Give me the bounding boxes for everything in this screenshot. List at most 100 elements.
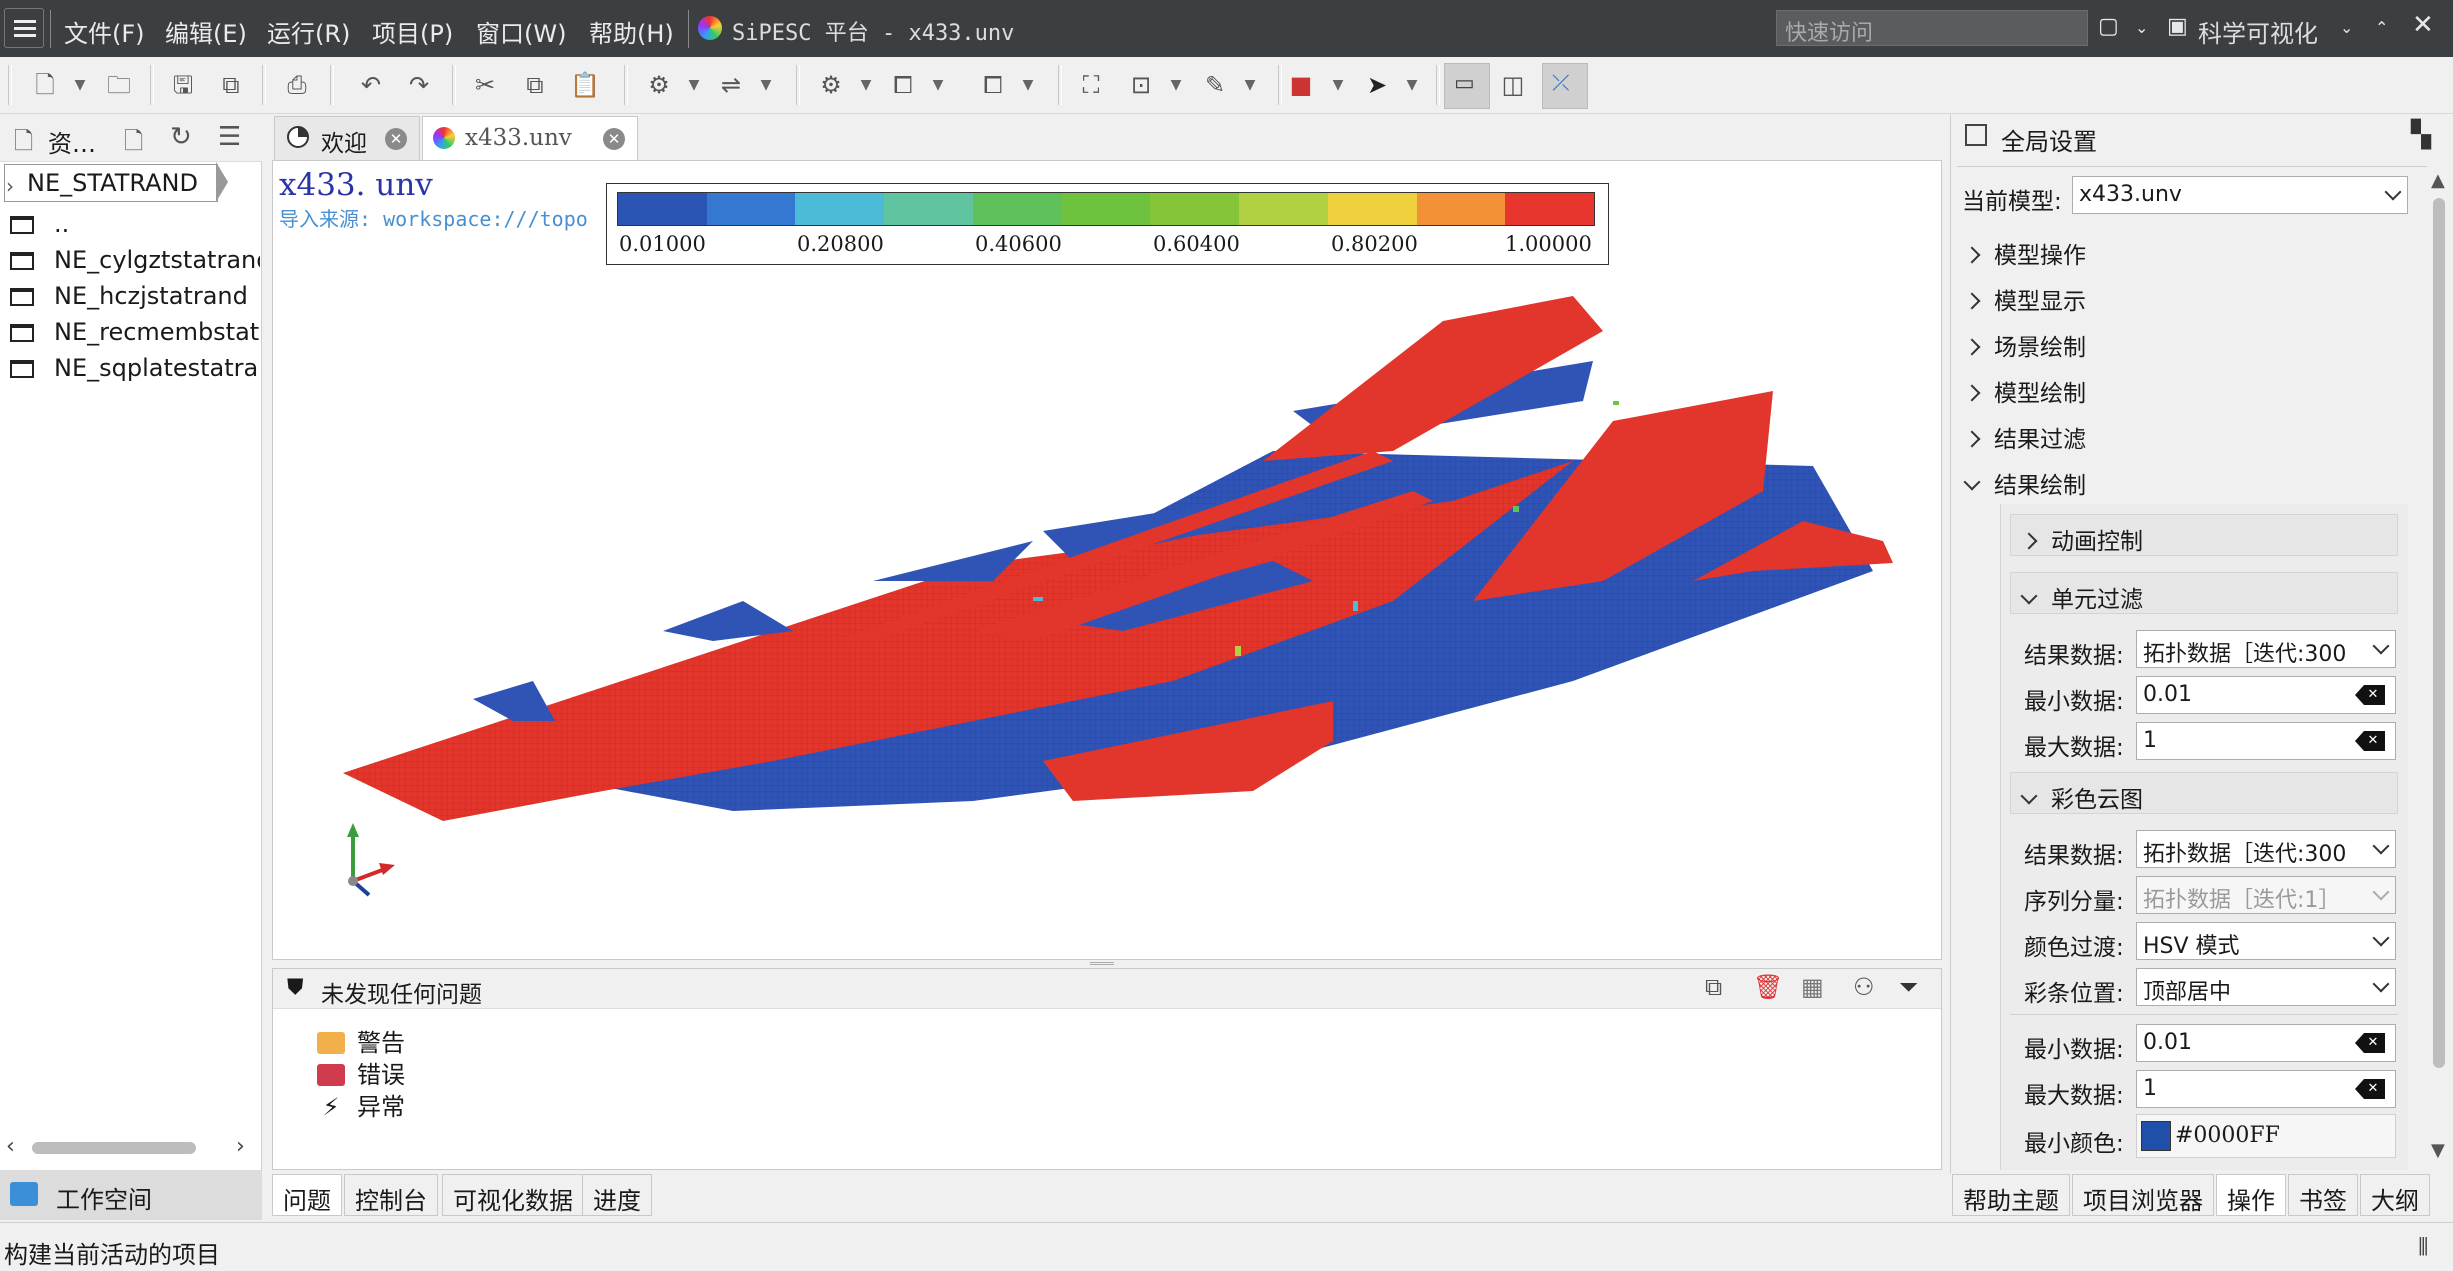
adjust-sliders-icon[interactable]: ⇌: [716, 70, 746, 100]
section-animation[interactable]: 动画控制: [2010, 514, 2398, 556]
group-model-display[interactable]: 模型显示: [1963, 282, 2086, 316]
new-file-icon[interactable]: 🗋: [30, 70, 60, 100]
vertical-scrollbar[interactable]: ▲ ▼: [2429, 170, 2449, 1170]
problem-category-exception[interactable]: ⚡ 异常: [317, 1087, 405, 1122]
tab-problems[interactable]: 问题: [272, 1174, 342, 1216]
filter-icon[interactable]: ⏷: [1899, 973, 1918, 1001]
chevron-right-icon[interactable]: ›: [236, 1134, 245, 1159]
tab-welcome[interactable]: 欢迎 ✕: [274, 116, 420, 160]
chevron-up-icon[interactable]: ⌃: [2375, 18, 2388, 37]
redo-icon[interactable]: ↷: [404, 70, 434, 100]
chevron-down-icon[interactable]: ▼: [858, 70, 874, 100]
quick-access-input[interactable]: 快速访问: [1776, 10, 2088, 46]
group-result-filter[interactable]: 结果过滤: [1963, 420, 2086, 454]
main-menu-button[interactable]: [4, 8, 44, 48]
chevron-down-icon[interactable]: ▼: [1242, 70, 1258, 100]
chevron-down-icon[interactable]: ▼: [72, 70, 88, 100]
workspace-tab[interactable]: 工作空间: [0, 1170, 262, 1220]
save-all-icon[interactable]: ⧉: [216, 70, 246, 100]
chevron-down-icon[interactable]: ▼: [686, 70, 702, 100]
clear-icon[interactable]: ✕: [2355, 731, 2385, 751]
undo-icon[interactable]: ↶: [356, 70, 386, 100]
menu-help[interactable]: 帮助(H): [589, 14, 674, 49]
contour-result-select[interactable]: 拓扑数据［迭代:300: [2136, 830, 2396, 868]
list-item[interactable]: NE_cylgztstatrand: [10, 246, 260, 280]
tab-vis-data[interactable]: 可视化数据: [442, 1174, 584, 1216]
chevron-down-icon[interactable]: ▼: [1020, 70, 1036, 100]
open-folder-icon[interactable]: 🗀: [104, 70, 134, 100]
select-pointer-icon[interactable]: ➤: [1362, 70, 1392, 100]
list-item[interactable]: NE_recmembstatrand: [10, 318, 260, 352]
filter-min-input[interactable]: 0.01 ✕: [2136, 676, 2396, 714]
filter-result-select[interactable]: 拓扑数据［迭代:300: [2136, 630, 2396, 668]
group-scene-render[interactable]: 场景绘制: [1963, 328, 2086, 362]
clear-icon[interactable]: ✕: [2355, 1033, 2385, 1053]
min-color-picker[interactable]: #0000FF: [2136, 1114, 2396, 1158]
chevron-down-icon[interactable]: ⌄: [2340, 18, 2353, 37]
contour-bar-position-select[interactable]: 顶部居中: [2136, 968, 2396, 1006]
print-icon[interactable]: ⎙: [282, 70, 312, 100]
contour-transition-select[interactable]: HSV 模式: [2136, 922, 2396, 960]
perspective-label[interactable]: 科学可视化: [2198, 14, 2318, 49]
view-orientation-icon[interactable]: ⊡: [1126, 70, 1156, 100]
chevron-down-icon[interactable]: ▼: [758, 70, 774, 100]
settings-icon[interactable]: ⚙: [644, 70, 674, 100]
tab-project-browser[interactable]: 项目浏览器: [2072, 1174, 2214, 1216]
scrollbar-thumb[interactable]: [32, 1142, 196, 1154]
menu-edit[interactable]: 编辑(E): [165, 14, 247, 49]
view-options-icon[interactable]: ☰: [218, 122, 241, 152]
render-mode-icon[interactable]: ■: [1286, 70, 1316, 100]
split-view-icon[interactable]: ◫: [1498, 70, 1528, 100]
section-element-filter[interactable]: 单元过滤: [2010, 572, 2398, 614]
breadcrumb[interactable]: NE_STATRAND: [4, 164, 218, 202]
close-tab-icon[interactable]: ✕: [385, 128, 407, 150]
clear-icon[interactable]: ✕: [2355, 685, 2385, 705]
chevron-left-icon[interactable]: ‹: [6, 1134, 15, 1159]
run-icon[interactable]: ⧠: [978, 70, 1008, 100]
chevron-down-icon[interactable]: ⌄: [2135, 18, 2148, 37]
save-icon[interactable]: 🖫: [168, 70, 198, 100]
menu-project[interactable]: 项目(P): [372, 14, 453, 49]
tab-bookmarks[interactable]: 书签: [2288, 1174, 2358, 1216]
problem-category-warning[interactable]: 警告: [317, 1023, 405, 1058]
open-perspective-icon[interactable]: ▢: [2098, 14, 2119, 39]
new-resource-icon[interactable]: 🗋: [124, 124, 143, 165]
problem-category-error[interactable]: 错误: [317, 1055, 405, 1090]
menu-file[interactable]: 文件(F): [64, 14, 145, 49]
tab-console[interactable]: 控制台: [344, 1174, 438, 1216]
group-model-render[interactable]: 模型绘制: [1963, 374, 2086, 408]
run-config-icon[interactable]: ⚙: [816, 70, 846, 100]
contour-component-select[interactable]: 拓扑数据［迭代:1］: [2136, 876, 2396, 914]
contour-max-input[interactable]: 1 ✕: [2136, 1070, 2396, 1108]
probe-icon[interactable]: ✎: [1200, 70, 1230, 100]
tab-outline[interactable]: 大纲: [2360, 1174, 2430, 1216]
group-model-ops[interactable]: 模型操作: [1963, 236, 2086, 270]
3d-viewport[interactable]: x433. unv 导入来源: workspace:///topo 0.0100…: [272, 160, 1942, 960]
group-result-render[interactable]: 结果绘制: [1963, 466, 2086, 500]
delete-icon[interactable]: 🗑: [1753, 973, 1783, 1001]
paste-icon[interactable]: 📋: [570, 70, 600, 100]
copy-icon[interactable]: ⧉: [1705, 973, 1722, 1001]
chevron-down-icon[interactable]: ▼: [1404, 70, 1420, 100]
filter-user-icon[interactable]: ⚇: [1853, 973, 1875, 1001]
toggle-minimize-button[interactable]: ⤫: [1542, 63, 1588, 109]
horizontal-scrollbar[interactable]: ‹ ›: [0, 1134, 262, 1160]
clear-icon[interactable]: ✕: [2355, 1079, 2385, 1099]
chevron-down-icon[interactable]: ▼: [1168, 70, 1184, 100]
contour-min-input[interactable]: 0.01 ✕: [2136, 1024, 2396, 1062]
cut-icon[interactable]: ✂: [470, 70, 500, 100]
panel-layout-icon[interactable]: ▚: [2411, 120, 2431, 150]
tab-x433-unv[interactable]: x433.unv ✕: [422, 116, 638, 160]
list-item[interactable]: ..: [10, 210, 260, 244]
grid-icon[interactable]: ▦: [1801, 973, 1824, 1001]
fit-view-icon[interactable]: ⛶: [1076, 70, 1106, 100]
scrollbar-thumb[interactable]: [2433, 198, 2445, 1068]
current-model-select[interactable]: x433.unv: [2072, 176, 2408, 214]
tab-operations[interactable]: 操作: [2216, 1174, 2286, 1216]
list-item[interactable]: NE_hczjstatrand: [10, 282, 260, 316]
chevron-up-icon[interactable]: ▲: [2431, 170, 2445, 191]
menu-window[interactable]: 窗口(W): [476, 14, 566, 49]
chevron-down-icon[interactable]: ▼: [930, 70, 946, 100]
close-tab-icon[interactable]: ✕: [603, 128, 625, 150]
close-icon[interactable]: ✕: [2412, 10, 2434, 40]
